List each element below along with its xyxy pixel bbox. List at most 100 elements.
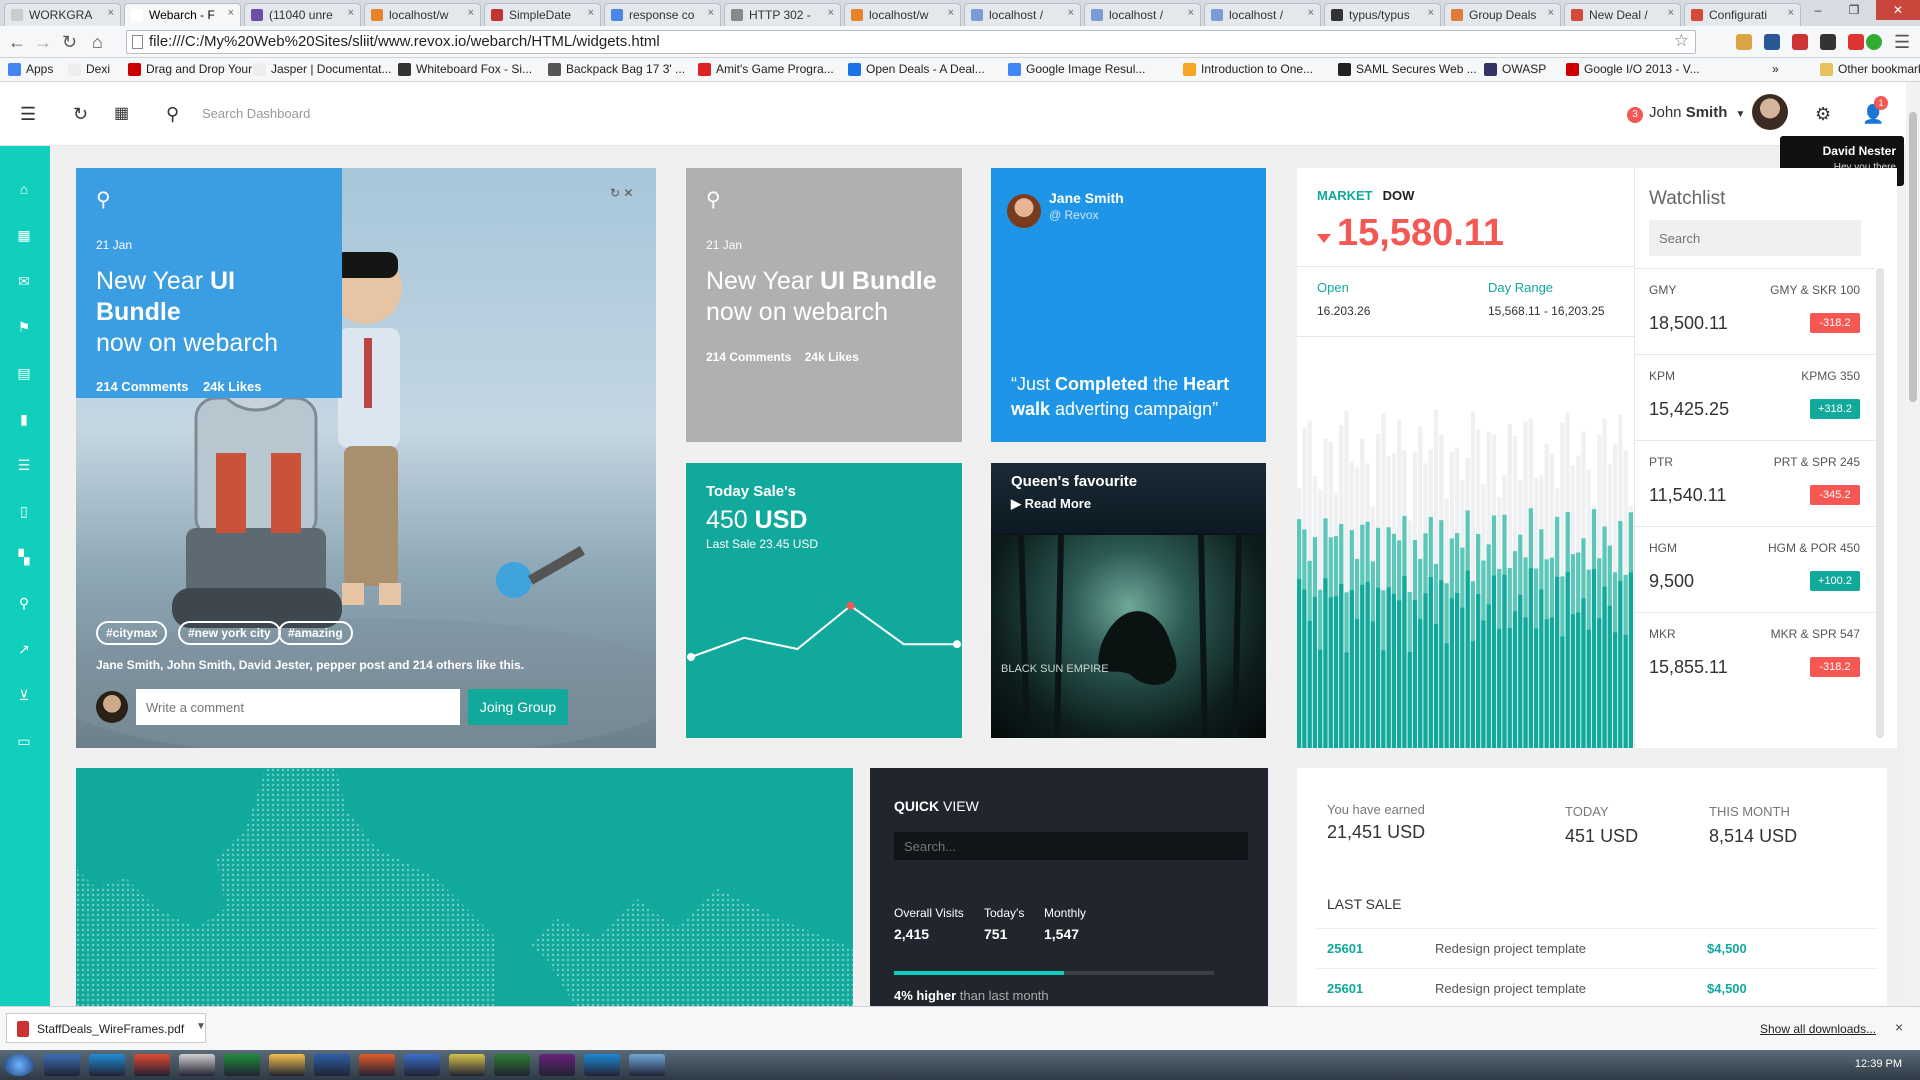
watchlist-item[interactable]: PTR PRT & SPR 245 11,540.11 -345.2: [1634, 440, 1875, 526]
grid-icon[interactable]: ▦: [15, 226, 33, 244]
bookmark-item[interactable]: Google I/O 2013 - V...: [1566, 62, 1700, 76]
news-likes[interactable]: 24k Likes: [805, 350, 859, 364]
list-icon[interactable]: ☰: [15, 456, 33, 474]
notification-badge[interactable]: 3: [1627, 107, 1643, 123]
bookmark-item[interactable]: Open Deals - A Deal...: [848, 62, 985, 76]
close-tab-icon[interactable]: ×: [1188, 7, 1194, 19]
browser-tab[interactable]: response co ×: [604, 3, 721, 26]
chart-icon[interactable]: ↗: [15, 640, 33, 658]
browser-tab[interactable]: localhost / ×: [964, 3, 1081, 26]
taskbar-app-icon[interactable]: [89, 1054, 125, 1076]
back-icon[interactable]: ←: [8, 32, 26, 52]
watchlist-item[interactable]: HGM HGM & POR 450 9,500 +100.2: [1634, 526, 1875, 612]
bookmark-item[interactable]: OWASP: [1484, 62, 1546, 76]
scrollbar-thumb[interactable]: [1909, 112, 1917, 402]
gear-icon[interactable]: ⚙: [1815, 104, 1831, 124]
hamburger-icon[interactable]: ☰: [20, 104, 36, 124]
mail-icon[interactable]: ✉: [15, 272, 33, 290]
extension-icon[interactable]: [1764, 34, 1780, 50]
close-tab-icon[interactable]: ×: [708, 7, 714, 19]
taskbar-app-icon[interactable]: [179, 1054, 215, 1076]
apps-grid-icon[interactable]: ▦: [114, 104, 129, 124]
star-icon[interactable]: ☆: [1674, 31, 1689, 51]
close-tab-icon[interactable]: ×: [228, 7, 234, 19]
close-downloads-button[interactable]: ×: [1895, 1019, 1903, 1035]
taskbar-app-icon[interactable]: [359, 1054, 395, 1076]
extension-icon[interactable]: [1736, 34, 1752, 50]
bookmark-item[interactable]: Introduction to One...: [1183, 62, 1313, 76]
close-tab-icon[interactable]: ×: [1308, 7, 1314, 19]
bookmark-item[interactable]: Jasper | Documentat...: [253, 62, 392, 76]
folder-icon[interactable]: ▭: [15, 732, 33, 750]
avatar[interactable]: [1752, 94, 1788, 130]
join-group-button[interactable]: Joing Group: [468, 689, 568, 725]
tag-chip[interactable]: #citymax: [96, 621, 168, 645]
close-icon[interactable]: ✕: [623, 186, 633, 200]
search-dashboard-input[interactable]: Search Dashboard: [202, 106, 310, 121]
page-scrollbar[interactable]: [1906, 82, 1920, 1006]
bookmark-item[interactable]: SAML Secures Web ...: [1338, 62, 1477, 76]
browser-tab[interactable]: SimpleDate ×: [484, 3, 601, 26]
taskbar-app-icon[interactable]: [314, 1054, 350, 1076]
apps-icon[interactable]: ▚: [15, 548, 33, 566]
browser-tab[interactable]: localhost / ×: [1084, 3, 1201, 26]
other-bookmarks[interactable]: Other bookmarks: [1820, 62, 1920, 76]
table-row[interactable]: 25601 Redesign project template $4,500: [1317, 928, 1877, 968]
read-more-link[interactable]: ▶ Read More: [1011, 496, 1091, 512]
address-bar[interactable]: file:///C:/My%20Web%20Sites/sliit/www.re…: [126, 30, 1696, 54]
bookmark-item[interactable]: Amit's Game Progra...: [698, 62, 834, 76]
bookmark-item[interactable]: Dexi: [68, 62, 110, 76]
close-tab-icon[interactable]: ×: [348, 7, 354, 19]
table-row[interactable]: 25601 Redesign project template $4,500: [1317, 968, 1877, 1008]
browser-tab[interactable]: Webarch - F ×: [124, 3, 241, 26]
taskbar-app-icon[interactable]: [134, 1054, 170, 1076]
file-icon[interactable]: ▤: [15, 364, 33, 382]
browser-tab[interactable]: typus/typus ×: [1324, 3, 1441, 26]
browser-tab[interactable]: (11040 unre ×: [244, 3, 361, 26]
news-comments[interactable]: 214 Comments: [706, 350, 791, 364]
flag-icon[interactable]: ⚑: [15, 318, 33, 336]
extension-icon[interactable]: [1866, 34, 1882, 50]
taskbar-app-icon[interactable]: [269, 1054, 305, 1076]
taskbar-app-icon[interactable]: [449, 1054, 485, 1076]
watchlist-item[interactable]: GMY GMY & SKR 100 18,500.11 -318.2: [1634, 268, 1875, 354]
menu-icon[interactable]: ☰: [1894, 32, 1910, 52]
bookmarks-overflow[interactable]: »: [1772, 62, 1779, 76]
extension-icon[interactable]: [1848, 34, 1864, 50]
user-menu[interactable]: John Smith ▼: [1649, 104, 1745, 121]
refresh-icon[interactable]: ↻: [610, 186, 620, 200]
author-name[interactable]: Jane Smith: [1049, 190, 1124, 206]
close-tab-icon[interactable]: ×: [1668, 7, 1674, 19]
taskbar-app-icon[interactable]: [584, 1054, 620, 1076]
bookmark-icon[interactable]: ▮: [15, 410, 33, 428]
maximize-button[interactable]: ❐: [1836, 0, 1872, 20]
hero-comments[interactable]: 214 Comments: [96, 379, 188, 394]
map-pin-icon[interactable]: ⚲: [15, 594, 33, 612]
reload-icon[interactable]: ↻: [62, 32, 77, 52]
taskbar-app-icon[interactable]: [539, 1054, 575, 1076]
close-tab-icon[interactable]: ×: [1548, 7, 1554, 19]
quick-search-input[interactable]: [894, 832, 1248, 860]
start-button[interactable]: [4, 1054, 34, 1076]
browser-tab[interactable]: Group Deals ×: [1444, 3, 1561, 26]
watchlist-item[interactable]: KPM KPMG 350 15,425.25 +318.2: [1634, 354, 1875, 440]
bookmark-item[interactable]: Drag and Drop Your ...: [128, 62, 265, 76]
close-tab-icon[interactable]: ×: [468, 7, 474, 19]
close-tab-icon[interactable]: ×: [1428, 7, 1434, 19]
browser-tab[interactable]: localhost / ×: [1204, 3, 1321, 26]
tag-chip[interactable]: #amazing: [278, 621, 353, 645]
taskbar-app-icon[interactable]: [494, 1054, 530, 1076]
search-icon[interactable]: ⚲: [166, 104, 179, 124]
sale-id[interactable]: 25601: [1327, 981, 1363, 996]
browser-tab[interactable]: HTTP 302 - ×: [724, 3, 841, 26]
chevron-down-icon[interactable]: ▼: [196, 1021, 206, 1032]
extension-icon[interactable]: [1792, 34, 1808, 50]
show-all-downloads-link[interactable]: Show all downloads...: [1760, 1022, 1876, 1036]
close-window-button[interactable]: ✕: [1876, 0, 1920, 20]
comment-input[interactable]: [136, 689, 460, 725]
close-tab-icon[interactable]: ×: [828, 7, 834, 19]
basket-icon[interactable]: ⊻: [15, 686, 33, 704]
bookmark-item[interactable]: Backpack Bag 17 3' ...: [548, 62, 685, 76]
hero-likes[interactable]: 24k Likes: [203, 379, 262, 394]
bookmark-item[interactable]: Apps: [8, 62, 53, 76]
